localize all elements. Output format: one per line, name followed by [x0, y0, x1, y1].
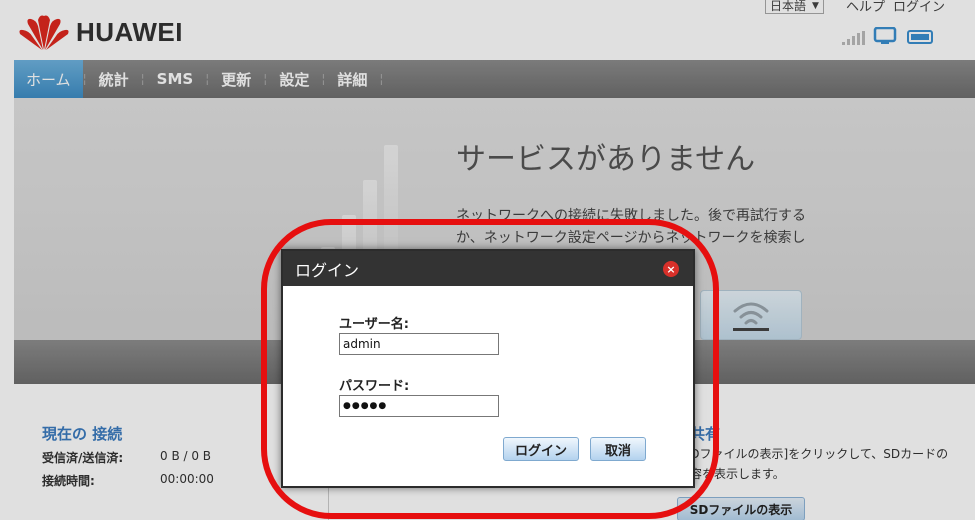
red-highlight-annotation	[261, 219, 719, 519]
router-admin-page: HUAWEI 日本語 ▼ ヘルプ ログイン ホーム ¦ 統計 ¦ SMS ¦ 更…	[0, 0, 975, 520]
